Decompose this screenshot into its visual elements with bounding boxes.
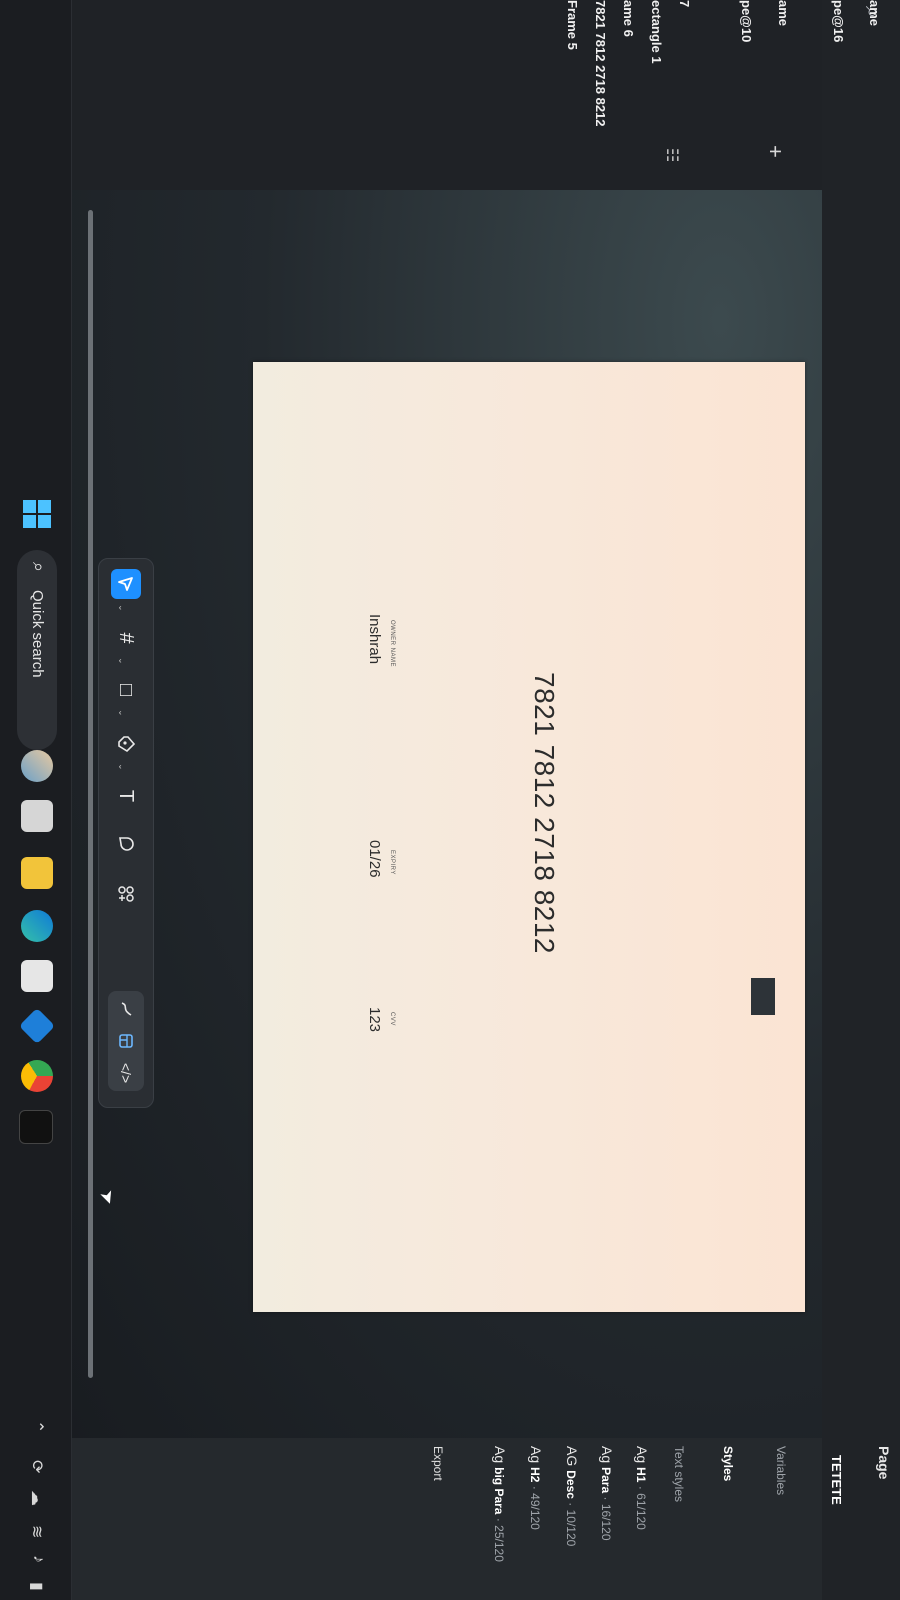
vscode-icon[interactable] <box>18 1007 56 1045</box>
text-style-big-para[interactable]: Agbig Para · 25/120 <box>492 1446 508 1562</box>
text-tool[interactable]: T <box>111 781 141 811</box>
draw-icon <box>121 1002 132 1016</box>
design-toolbar: ⌄ # ⌄ □ ⌄ ⌄ T </> <box>98 558 154 1108</box>
right-panel <box>72 1438 822 1600</box>
comment-icon <box>119 837 134 851</box>
rectangle-tool[interactable]: □ <box>111 675 141 705</box>
copilot-icon[interactable] <box>21 750 53 782</box>
expiry-label: EXPIRY <box>389 850 395 875</box>
comment-tool[interactable] <box>111 829 141 859</box>
design-mode[interactable] <box>111 1027 141 1055</box>
export-button[interactable]: Export <box>431 1446 445 1481</box>
layout-icon[interactable]: ☷ <box>662 148 682 162</box>
edge-browser-icon[interactable] <box>21 910 53 942</box>
text-style-h1[interactable]: AgH1 · 61/120 <box>634 1446 650 1530</box>
layer-item[interactable]: 7 <box>677 0 692 7</box>
text-style-desc[interactable]: AGDesc · 10/120 <box>564 1446 580 1546</box>
mode-toggle-group: </> <box>108 991 144 1091</box>
move-tool[interactable] <box>111 569 141 599</box>
layer-item[interactable]: pe@16 <box>831 0 846 42</box>
taskbar: ⌕ Quick search ⌃ ⟳ ☁ ≋ ♪ ▮ <box>0 0 72 1600</box>
tab-variables[interactable]: Variables <box>774 1446 788 1495</box>
actions-tool[interactable] <box>111 879 141 909</box>
card-chip <box>751 978 775 1015</box>
card-frame[interactable]: 7821 7812 2718 8212 OWNER NAME Inshrah E… <box>253 362 805 1312</box>
battery-icon[interactable]: ▮ <box>27 1582 47 1591</box>
design-icon <box>119 1034 133 1048</box>
volume-icon[interactable]: ♪ <box>29 1555 47 1563</box>
chrome-icon[interactable] <box>21 1060 53 1092</box>
text-style-glyph: Ag <box>634 1446 650 1464</box>
owner-label: OWNER NAME <box>389 620 395 667</box>
figma-icon[interactable] <box>19 1110 53 1144</box>
text-style-glyph: Ag <box>599 1446 615 1464</box>
top-bar: ⌕ Page TETETE <box>822 0 900 1600</box>
mouse-cursor-icon: ➤ <box>95 1186 120 1208</box>
layer-item[interactable]: pe@10 <box>739 0 754 42</box>
layer-item[interactable]: ectangle 1 <box>649 0 664 64</box>
cvv-label: CVV <box>389 1012 395 1026</box>
chevron-down-icon[interactable]: ⌄ <box>116 604 127 612</box>
chevron-down-icon[interactable]: ⌄ <box>116 657 127 665</box>
store-icon[interactable] <box>21 960 53 992</box>
wifi-icon[interactable]: ≋ <box>27 1525 47 1538</box>
horizontal-scrollbar[interactable] <box>88 210 93 1378</box>
cvv-value[interactable]: 123 <box>366 1007 383 1032</box>
file-explorer-icon[interactable] <box>21 857 53 889</box>
screen: ⌕ Page TETETE + ☷ ame pe@16 ame pe@10 7 … <box>0 0 900 1600</box>
text-style-glyph: Ag <box>492 1446 508 1464</box>
pen-icon <box>118 736 136 753</box>
actions-icon <box>118 886 134 902</box>
layer-item[interactable]: ame 6 <box>621 0 636 37</box>
cursor-arrow-icon <box>118 577 133 591</box>
tab-styles[interactable]: Styles <box>721 1446 735 1481</box>
layer-item[interactable]: Frame 5 <box>565 0 580 50</box>
add-page-icon[interactable]: + <box>762 145 788 158</box>
draw-mode[interactable] <box>111 995 141 1023</box>
frame-tool[interactable]: # <box>111 623 141 653</box>
task-view-icon[interactable] <box>21 800 53 832</box>
page-name[interactable]: TETETE <box>829 1455 844 1505</box>
owner-value[interactable]: Inshrah <box>366 614 383 664</box>
layer-item[interactable]: ame <box>776 0 791 26</box>
pen-tool[interactable] <box>111 729 141 759</box>
text-style-glyph: AG <box>564 1446 580 1467</box>
layer-item[interactable]: 7821 7812 2718 8212 <box>593 0 608 127</box>
text-style-h2[interactable]: AgH2 · 49/120 <box>528 1446 544 1530</box>
page-label: Page <box>876 1446 892 1480</box>
chevron-down-icon[interactable]: ⌄ <box>116 709 127 717</box>
sync-icon[interactable]: ⟳ <box>27 1460 47 1473</box>
quick-search-box[interactable]: ⌕ Quick search <box>17 550 57 750</box>
weather-icon[interactable]: ☁ <box>27 1490 47 1506</box>
text-styles-heading: Text styles <box>672 1446 686 1503</box>
search-icon: ⌕ <box>29 562 49 573</box>
chevron-up-icon[interactable]: ⌃ <box>27 1420 47 1433</box>
dev-mode[interactable]: </> <box>111 1059 141 1087</box>
layer-item[interactable]: ame <box>867 0 882 26</box>
card-number[interactable]: 7821 7812 2718 8212 <box>528 672 560 954</box>
layers-panel: + ☷ <box>72 0 822 190</box>
text-style-para[interactable]: AgPara · 16/120 <box>599 1446 615 1541</box>
chevron-down-icon[interactable]: ⌄ <box>116 763 127 771</box>
expiry-value[interactable]: 01/26 <box>366 840 383 878</box>
windows-start-icon[interactable] <box>23 500 51 528</box>
quick-search-label: Quick search <box>29 590 46 678</box>
text-style-glyph: Ag <box>528 1446 544 1464</box>
